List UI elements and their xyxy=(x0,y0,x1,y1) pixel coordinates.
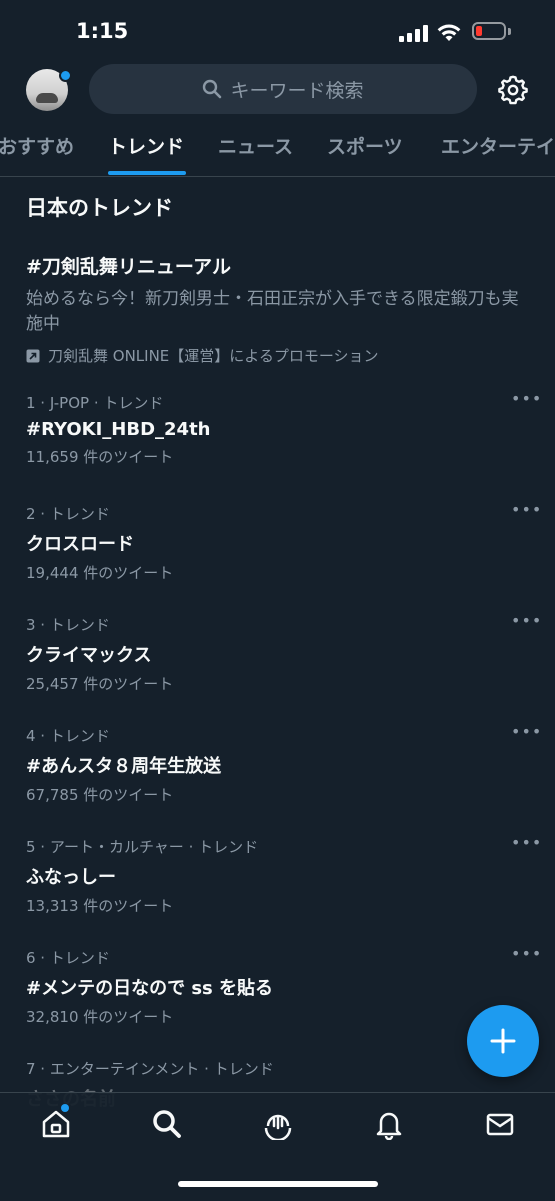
trend-title: #RYOKI_HBD_24th xyxy=(26,419,211,440)
promo-description: 始めるなら今！新刀剣男士・石田正宗が入手できる限定鍛刀も実施中 xyxy=(26,289,519,334)
plus-icon xyxy=(490,1028,516,1054)
trend-item[interactable]: 3 · トレンド クライマックス 25,457 件のツイート ••• xyxy=(26,613,541,714)
promo-by-text: 刀剣乱舞 ONLINE【運営】によるプロモーション xyxy=(48,347,379,365)
gear-icon[interactable] xyxy=(498,75,528,105)
tab-recommended[interactable]: おすすめ xyxy=(0,132,74,159)
tab-sports[interactable]: スポーツ xyxy=(327,132,403,159)
battery-icon xyxy=(472,22,506,40)
more-icon[interactable]: ••• xyxy=(511,835,541,851)
active-tab-indicator xyxy=(108,171,186,175)
more-icon[interactable]: ••• xyxy=(511,946,541,962)
notification-dot xyxy=(59,69,72,82)
promo-attribution: 刀剣乱舞 ONLINE【運営】によるプロモーション xyxy=(26,345,526,366)
trend-title: クロスロード xyxy=(26,534,134,555)
trend-title: ふなっしー xyxy=(26,867,116,888)
compose-tweet-button[interactable] xyxy=(467,1005,539,1077)
more-icon[interactable]: ••• xyxy=(511,613,541,629)
spaces-icon[interactable] xyxy=(262,1108,294,1140)
home-unread-dot xyxy=(61,1104,69,1112)
trend-count: 11,659 件のツイート xyxy=(26,448,174,466)
search-input[interactable]: キーワード検索 xyxy=(89,64,477,114)
home-icon[interactable] xyxy=(40,1108,72,1140)
trend-meta: 7 · エンターテインメント · トレンド xyxy=(26,1060,274,1078)
trend-meta: 2 · トレンド xyxy=(26,505,110,523)
tab-entertainment[interactable]: エンターテイ xyxy=(441,132,555,159)
promoted-icon xyxy=(26,349,40,362)
promo-title: #刀剣乱舞リニューアル xyxy=(26,256,231,278)
search-icon xyxy=(203,79,222,99)
notifications-bell-icon[interactable] xyxy=(373,1108,405,1140)
trend-item[interactable]: 2 · トレンド クロスロード 19,444 件のツイート ••• xyxy=(26,502,541,603)
status-bar: 1:15 xyxy=(0,0,555,62)
trend-count: 32,810 件のツイート xyxy=(26,1008,174,1026)
trend-item[interactable]: 5 · アート・カルチャー · トレンド ふなっしー 13,313 件のツイート… xyxy=(26,835,541,936)
home-indicator xyxy=(178,1181,378,1187)
trend-count: 19,444 件のツイート xyxy=(26,564,174,582)
status-time: 1:15 xyxy=(76,19,129,43)
trend-count: 25,457 件のツイート xyxy=(26,675,174,693)
trend-meta: 1 · J-POP · トレンド xyxy=(26,394,164,412)
messages-envelope-icon[interactable] xyxy=(484,1108,516,1140)
cellular-signal-icon xyxy=(399,25,429,42)
battery-nub xyxy=(508,28,511,35)
more-icon[interactable]: ••• xyxy=(511,391,541,407)
trend-title: #あんスタ８周年生放送 xyxy=(26,756,222,777)
trend-item[interactable]: 1 · J-POP · トレンド #RYOKI_HBD_24th 11,659 … xyxy=(26,391,541,492)
search-placeholder: キーワード検索 xyxy=(230,79,364,102)
trend-title: クライマックス xyxy=(26,645,152,666)
trend-item[interactable]: 4 · トレンド #あんスタ８周年生放送 67,785 件のツイート ••• xyxy=(26,724,541,825)
trend-title: #メンテの日なので ss を貼る xyxy=(26,978,274,999)
trend-meta: 3 · トレンド xyxy=(26,616,110,634)
trend-meta: 6 · トレンド xyxy=(26,949,110,967)
section-title: 日本のトレンド xyxy=(26,196,173,220)
more-icon[interactable]: ••• xyxy=(511,724,541,740)
more-icon[interactable]: ••• xyxy=(511,502,541,518)
trend-count: 67,785 件のツイート xyxy=(26,786,174,804)
trend-item[interactable]: 6 · トレンド #メンテの日なので ss を貼る 32,810 件のツイート … xyxy=(26,946,541,1047)
search-icon[interactable] xyxy=(151,1108,183,1140)
trend-count: 13,313 件のツイート xyxy=(26,897,174,915)
explore-tabs: おすすめ トレンド ニュース スポーツ エンターテイ xyxy=(0,118,555,177)
wifi-icon xyxy=(437,24,461,41)
tab-trending[interactable]: トレンド xyxy=(108,132,184,159)
trend-meta: 4 · トレンド xyxy=(26,727,110,745)
trend-meta: 5 · アート・カルチャー · トレンド xyxy=(26,838,259,856)
promoted-trend[interactable]: #刀剣乱舞リニューアル 始めるなら今！新刀剣男士・石田正宗が入手できる限定鍛刀も… xyxy=(26,252,526,366)
tab-news[interactable]: ニュース xyxy=(218,132,293,159)
